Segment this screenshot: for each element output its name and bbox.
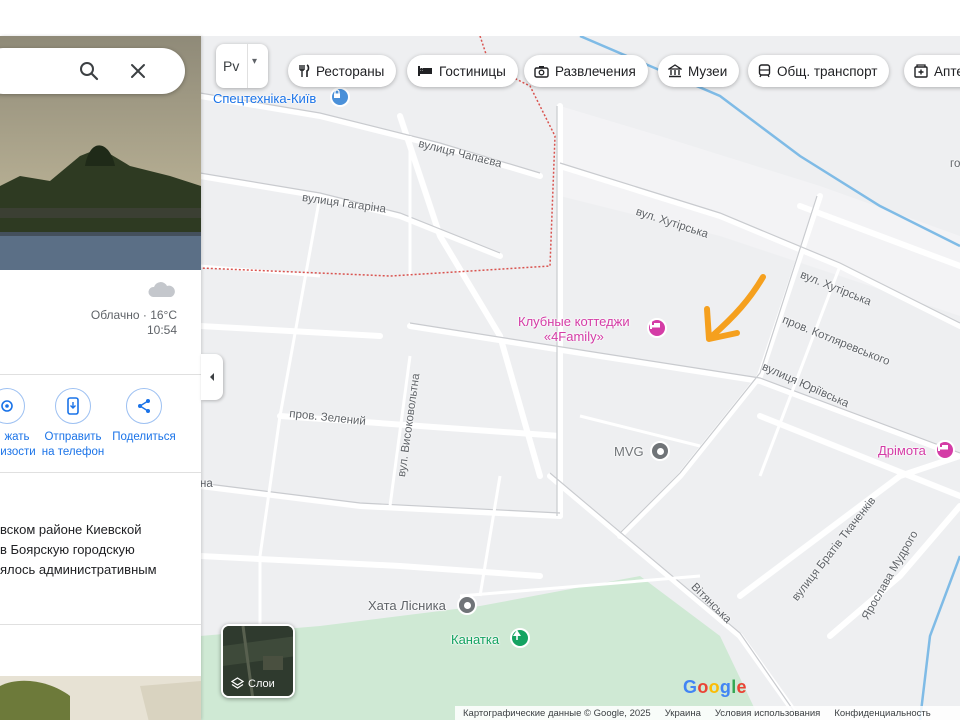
- poi-label-hata[interactable]: Хата Лісника: [368, 598, 446, 613]
- poi-label-drimota[interactable]: Дрімота: [878, 443, 926, 458]
- map-base: [200, 36, 960, 720]
- pharmacy-icon: [914, 64, 928, 78]
- chip-pharmacy[interactable]: Апте: [904, 55, 960, 87]
- poi-label-kanatka[interactable]: Канатка: [451, 632, 499, 647]
- place-pin-icon[interactable]: [457, 595, 477, 615]
- layers-label: Слои: [231, 677, 275, 690]
- share-icon: [126, 388, 162, 424]
- park-pin-icon[interactable]: [510, 628, 530, 648]
- cloud-icon: [148, 282, 175, 297]
- footer-privacy-link[interactable]: Конфиденциальность: [834, 708, 930, 719]
- hotel-pin-icon[interactable]: [935, 440, 955, 460]
- search-icon[interactable]: [78, 60, 100, 82]
- map-type-select[interactable]: Pv ▾: [216, 44, 268, 88]
- place-side-panel: Облачно · 16°C 10:54 жать изости Отправи…: [0, 36, 201, 720]
- lock-pin-icon[interactable]: [330, 87, 350, 107]
- poi-label-cottages-line1: Клубные коттеджи: [518, 314, 630, 329]
- collapse-panel-button[interactable]: [201, 354, 223, 400]
- search-box[interactable]: [0, 48, 185, 94]
- top-band: [0, 0, 960, 36]
- action-label: на телефон: [41, 446, 105, 458]
- action-label: Отправить: [44, 431, 102, 443]
- action-label: Поделиться: [112, 431, 176, 443]
- chip-label: Рестораны: [316, 63, 385, 79]
- map-canvas[interactable]: вулиця Чапаєва вулиця Гагаріна вул. Хуті…: [200, 36, 960, 720]
- chip-transit[interactable]: Общ. транспорт: [748, 55, 890, 87]
- chip-hotels[interactable]: Гостиницы: [407, 55, 518, 87]
- send-to-phone-button[interactable]: Отправить на телефон: [35, 388, 111, 460]
- description-line: вском районе Киевской: [0, 522, 142, 537]
- museum-icon: [668, 64, 682, 78]
- hotel-pin-icon[interactable]: [647, 318, 667, 338]
- footer-terms-link[interactable]: Условия использования: [715, 708, 820, 719]
- chip-museums[interactable]: Музеи: [658, 55, 740, 87]
- street-label: на: [200, 478, 213, 490]
- divider: [0, 472, 201, 473]
- description-line: в Боярскую городскую: [0, 542, 135, 557]
- footer-attribution: Картографические данные © Google, 2025: [463, 707, 651, 719]
- poi-label-mvg[interactable]: MVG: [614, 444, 644, 459]
- map-type-value: Pv: [223, 58, 240, 74]
- google-logo-letter: e: [736, 677, 747, 697]
- layers-button[interactable]: Слои: [221, 624, 295, 698]
- google-logo: Google: [683, 677, 747, 698]
- chip-label: Развлечения: [555, 63, 636, 79]
- place-photo-secondary[interactable]: [0, 676, 201, 720]
- google-logo-letter: G: [683, 677, 698, 697]
- map-footer: Картографические данные © Google, 2025 У…: [455, 706, 960, 720]
- transit-icon: [758, 64, 771, 78]
- chevron-left-icon: [210, 373, 214, 381]
- chip-label: Музеи: [688, 63, 728, 79]
- share-button[interactable]: Поделиться: [106, 388, 182, 445]
- annotation-arrow-icon: [704, 274, 766, 342]
- layers-icon: [231, 677, 244, 689]
- weather-info: Облачно · 16°C 10:54: [91, 308, 177, 338]
- camera-icon: [534, 65, 549, 78]
- chip-label: Общ. транспорт: [777, 63, 878, 79]
- chip-entertainment[interactable]: Развлечения: [524, 55, 648, 87]
- poi-label-cottages[interactable]: Клубные коттеджи «4Family»: [518, 314, 630, 344]
- place-description: вском районе Киевской в Боярскую городск…: [0, 520, 201, 580]
- google-logo-letter: o: [708, 677, 720, 697]
- layers-text: Слои: [248, 677, 275, 690]
- weather-time: 10:54: [146, 323, 177, 337]
- hotel-icon: [418, 66, 432, 76]
- footer-country[interactable]: Украина: [665, 708, 701, 719]
- nearby-icon: [0, 388, 25, 424]
- description-line: ялось административным: [0, 562, 157, 577]
- close-icon[interactable]: [128, 61, 148, 81]
- poi-label-spectehnika[interactable]: Спецтехніка-Київ: [213, 91, 316, 106]
- divider: [247, 44, 248, 88]
- google-logo-letter: g: [719, 677, 732, 697]
- street-label: го: [950, 158, 960, 170]
- caret-down-icon[interactable]: ▾: [252, 56, 257, 67]
- place-pin-icon[interactable]: [650, 441, 670, 461]
- chip-label: Апте: [934, 63, 960, 79]
- restaurant-icon: [299, 64, 310, 77]
- poi-label-cottages-line2: «4Family»: [543, 329, 604, 344]
- weather-text: Облачно · 16°C: [90, 308, 177, 322]
- google-logo-letter: o: [697, 677, 709, 697]
- divider: [0, 624, 201, 625]
- chip-restaurants[interactable]: Рестораны: [288, 55, 397, 87]
- divider: [0, 374, 201, 375]
- phone-icon: [55, 388, 91, 424]
- chip-label: Гостиницы: [439, 63, 506, 79]
